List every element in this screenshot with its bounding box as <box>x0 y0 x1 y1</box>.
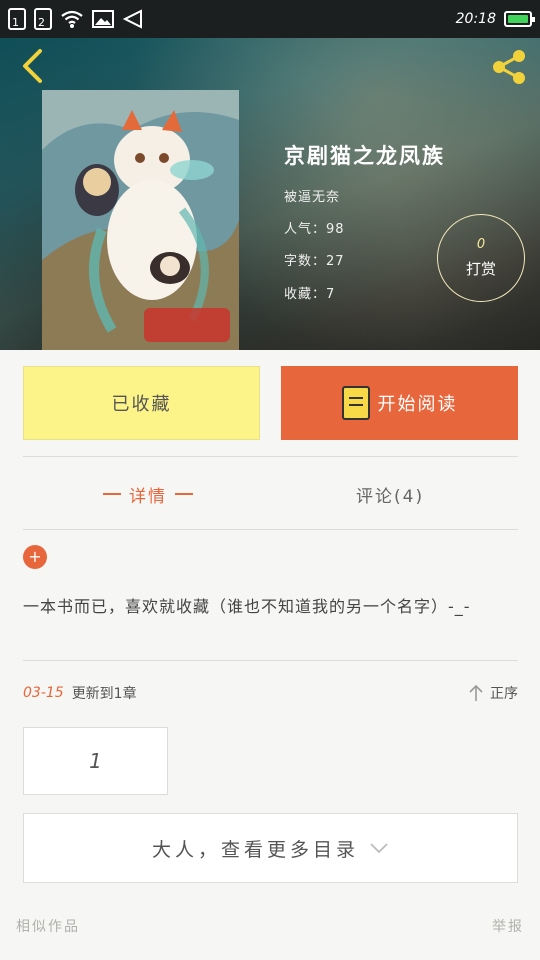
book-icon <box>341 386 370 420</box>
battery-fill <box>508 15 528 23</box>
back-button[interactable] <box>12 46 52 86</box>
book-popularity: 人气：98 <box>284 222 345 237</box>
update-date: 03-15 <box>23 685 64 701</box>
tab-dash-right <box>175 493 193 495</box>
more-catalog-button[interactable]: 大人，查看更多目录 <box>23 813 518 883</box>
tab-comments-label: 评论(4) <box>356 486 425 507</box>
chevron-left-icon <box>23 49 42 83</box>
share-button[interactable] <box>488 46 530 88</box>
sim1-label: 1 <box>12 16 19 29</box>
sort-label: 正序 <box>490 686 518 702</box>
start-reading-button[interactable]: 开始阅读 <box>281 366 518 440</box>
divider <box>23 456 518 457</box>
tip-count: 0 <box>476 237 486 252</box>
favorite-label: 已收藏 <box>111 394 172 415</box>
share-icon <box>493 50 525 84</box>
book-cover[interactable] <box>42 90 239 350</box>
book-author[interactable]: 被逼无奈 <box>284 186 340 205</box>
wifi-icon <box>61 10 83 28</box>
start-reading-label: 开始阅读 <box>377 394 458 415</box>
book-title: 京剧猫之龙凤族 <box>284 144 445 168</box>
more-catalog-label: 大人，查看更多目录 <box>151 838 359 861</box>
clock: 20:18 <box>455 11 496 27</box>
chevron-down-icon <box>370 843 388 854</box>
battery-icon <box>504 11 535 27</box>
sort-button[interactable]: 正序 <box>468 683 518 703</box>
book-description: 一本书而已，喜欢就收藏（谁也不知道我的另一个名字）-_- <box>23 597 471 616</box>
divider <box>23 660 518 661</box>
chapter-item[interactable]: 1 <box>23 727 168 795</box>
update-row: 03-15 更新到1章 正序 <box>23 680 518 706</box>
book-favorites: 收藏：7 <box>284 287 336 302</box>
tab-comments[interactable]: 评论(4) <box>356 478 424 510</box>
tab-detail[interactable]: 详情 <box>95 478 201 510</box>
cast-icon <box>122 9 142 29</box>
book-word-count: 字数：27 <box>284 254 345 269</box>
similar-works-link[interactable]: 相似作品 <box>16 916 80 936</box>
tip-label: 打赏 <box>465 260 496 278</box>
chapter-number: 1 <box>89 749 102 773</box>
favorite-button[interactable]: 已收藏 <box>23 366 260 440</box>
sim1-icon: 1 <box>8 8 26 30</box>
expand-icon[interactable]: + <box>23 545 47 569</box>
tab-detail-label: 详情 <box>129 486 167 507</box>
report-link[interactable]: 举报 <box>492 916 524 936</box>
arrow-up-icon <box>469 684 483 701</box>
update-text: 更新到1章 <box>71 686 137 702</box>
tab-dash-left <box>103 493 121 495</box>
image-icon <box>92 10 114 28</box>
sim2-label: 2 <box>38 16 45 29</box>
sim2-icon: 2 <box>34 8 52 30</box>
tip-button[interactable]: 0 打赏 <box>437 214 525 302</box>
status-bar: 1 2 20:18 <box>0 0 540 38</box>
cover-illustration <box>42 90 239 350</box>
book-header: 京剧猫之龙凤族 被逼无奈 人气：98 字数：27 收藏：7 0 打赏 <box>0 38 540 350</box>
divider <box>23 529 518 530</box>
